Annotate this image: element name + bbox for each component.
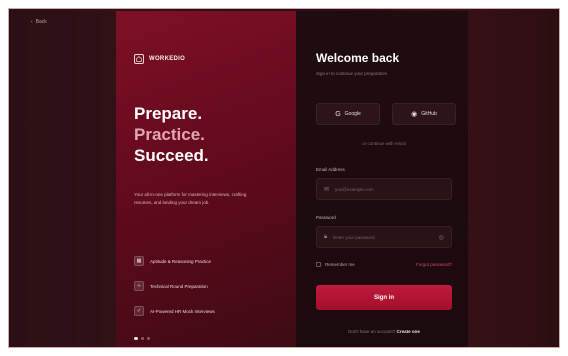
signin-form-panel: Welcome back Sign in to continue your pr…	[296, 11, 468, 347]
carousel-dot[interactable]	[147, 337, 150, 340]
github-icon: ◉	[411, 111, 418, 118]
feature-label: Aptitude & Reasoning Practice	[150, 258, 212, 264]
chart-icon: ▦	[134, 256, 144, 266]
signup-prompt: Don't have an account? Create one	[316, 329, 452, 334]
brand: WORKEDIO	[134, 54, 185, 64]
promo-panel: WORKEDIO Prepare. Practice. Succeed. You…	[116, 11, 296, 347]
promo-description: Your all-in-one platform for mastering i…	[134, 192, 247, 205]
form-title: Welcome back	[316, 51, 400, 65]
carousel-dots	[134, 337, 150, 340]
divider-text: or continue with email	[362, 141, 406, 146]
brand-name: WORKEDIO	[149, 56, 186, 62]
check-icon: ✓	[134, 306, 144, 316]
chevron-left-icon: ‹	[31, 19, 33, 25]
headline-line-2: Practice.	[134, 125, 205, 144]
remember-me[interactable]: Remember me	[316, 262, 355, 267]
password-field[interactable]: 🔒︎ Enter your password ◎	[316, 226, 452, 248]
headline-line-1: Prepare.	[134, 104, 203, 123]
eye-icon[interactable]: ◎	[439, 234, 444, 241]
password-placeholder: Enter your password	[333, 234, 375, 240]
carousel-dot[interactable]	[141, 337, 144, 340]
github-button[interactable]: ◉ GitHub	[392, 103, 456, 125]
back-label: Back	[35, 19, 47, 25]
google-icon: G	[335, 110, 341, 118]
social-login: G Google ◉ GitHub	[316, 103, 456, 125]
logo-icon	[134, 54, 144, 64]
password-label: Password	[316, 215, 336, 220]
remember-label: Remember me	[325, 262, 355, 267]
feature-item: ✓ AI-Powered HR Mock Interviews	[134, 305, 215, 317]
form-subtitle: Sign in to continue your preparation	[316, 71, 388, 76]
google-button[interactable]: G Google	[316, 103, 380, 125]
remember-checkbox[interactable]	[316, 262, 321, 267]
email-field[interactable]: ✉ you@example.com	[316, 178, 452, 200]
feature-item: ▦ Aptitude & Reasoning Practice	[134, 255, 215, 267]
feature-label: AI-Powered HR Mock Interviews	[150, 308, 215, 314]
email-placeholder: you@example.com	[335, 186, 374, 192]
lock-icon: 🔒︎	[324, 233, 328, 240]
github-label: GitHub	[421, 111, 437, 117]
carousel-dot-active[interactable]	[134, 337, 138, 340]
feature-label: Technical Round Preparation	[150, 283, 208, 289]
forgot-password-link[interactable]: Forgot password?	[416, 262, 452, 267]
feature-list: ▦ Aptitude & Reasoning Practice ‹› Techn…	[134, 255, 215, 330]
sign-in-button[interactable]: Sign in	[316, 285, 452, 310]
mail-icon: ✉	[324, 186, 330, 193]
create-account-link[interactable]: Create one	[397, 329, 420, 334]
email-label: Email Address	[316, 167, 345, 172]
signup-text: Don't have an account?	[348, 329, 396, 334]
headline: Prepare. Practice. Succeed.	[134, 103, 209, 166]
google-label: Google	[344, 111, 361, 117]
app-frame: ‹ Back WORKEDIO Prepare. Practice. Succee…	[8, 8, 560, 348]
back-link[interactable]: ‹ Back	[31, 19, 47, 25]
feature-item: ‹› Technical Round Preparation	[134, 280, 215, 292]
headline-line-3: Succeed.	[134, 146, 209, 165]
code-icon: ‹›	[134, 281, 144, 291]
